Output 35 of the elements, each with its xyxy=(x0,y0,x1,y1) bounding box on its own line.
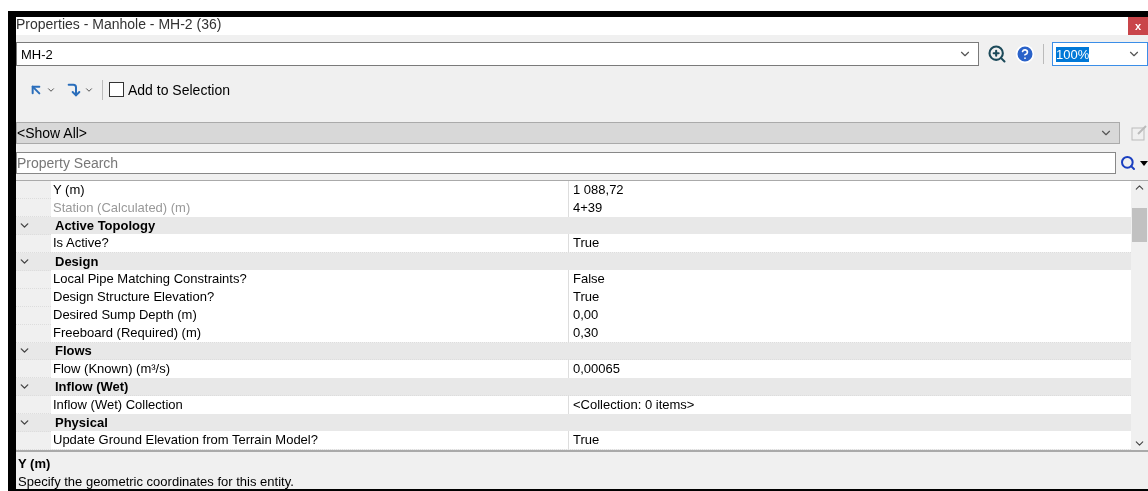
search-field[interactable]: Property Search xyxy=(16,152,1116,174)
property-value[interactable]: True xyxy=(568,431,1131,450)
property-name: Desired Sump Depth (m) xyxy=(51,306,568,325)
checkbox-label: Add to Selection xyxy=(128,81,230,98)
filter-dropdown[interactable]: <Show All> xyxy=(16,122,1120,144)
checkbox[interactable] xyxy=(109,82,124,98)
property-value[interactable]: 1 088,72 xyxy=(568,180,1131,199)
zoom-dropdown[interactable]: 100% xyxy=(1052,42,1148,67)
property-name: Y (m) xyxy=(51,180,568,199)
property-name: Local Pipe Matching Constraints? xyxy=(51,270,568,289)
category-label: Active Topology xyxy=(54,217,156,233)
category-label: Inflow (Wet) xyxy=(54,379,129,395)
property-value[interactable]: 0,00 xyxy=(568,306,1131,325)
help-icon[interactable] xyxy=(1015,44,1035,65)
property-name: Update Ground Elevation from Terrain Model? xyxy=(51,431,568,450)
property-value[interactable]: True xyxy=(568,288,1131,307)
category-label: Flows xyxy=(54,343,92,359)
property-value[interactable]: False xyxy=(568,270,1131,289)
property-name: Design Structure Elevation? xyxy=(51,288,568,307)
zoom-in-icon[interactable] xyxy=(987,44,1007,65)
element-dropdown[interactable]: MH-2 xyxy=(16,42,979,67)
window-title: Properties - Manhole - MH-2 (36) xyxy=(16,16,222,32)
scroll-thumb[interactable] xyxy=(1132,208,1147,242)
caret-icon[interactable] xyxy=(1140,160,1148,166)
property-value[interactable]: True xyxy=(568,234,1131,253)
category-label: Design xyxy=(54,253,99,269)
property-name: Freeboard (Required) (m) xyxy=(51,324,568,343)
property-value[interactable]: 0,30 xyxy=(568,324,1131,343)
category-label: Physical xyxy=(54,415,108,431)
search-icon[interactable] xyxy=(1120,155,1136,171)
close-button[interactable]: x xyxy=(1128,17,1148,35)
description-text: Specify the geometric coordinates for this entity. xyxy=(18,474,295,489)
description-title: Y (m) xyxy=(18,456,52,471)
arrow-down-icon[interactable] xyxy=(66,81,82,98)
property-name: Is Active? xyxy=(51,234,568,253)
